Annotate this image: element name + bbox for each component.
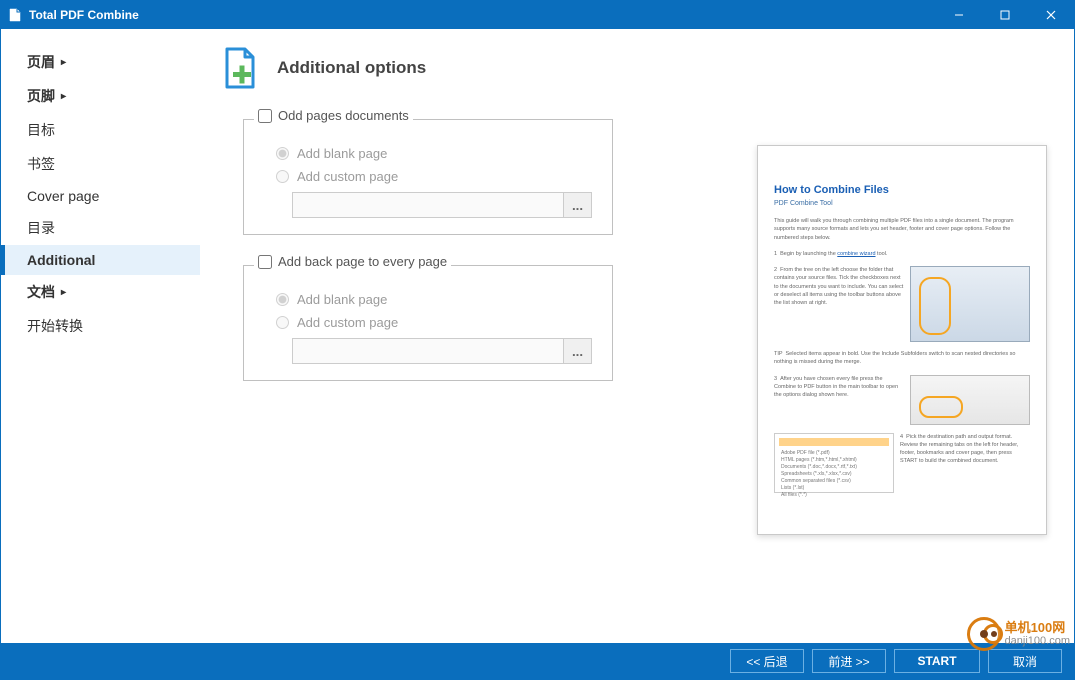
footer: << 后退 前进 >> START 取消: [1, 643, 1074, 679]
sidebar-item-label: 页眉: [27, 52, 55, 72]
titlebar: Total PDF Combine: [1, 1, 1074, 29]
odd-pages-legend: Odd pages documents: [278, 108, 409, 123]
sidebar-item-3[interactable]: 书签: [1, 147, 200, 181]
odd-blank-label: Add blank page: [297, 146, 387, 161]
sidebar-item-8[interactable]: 开始转换: [1, 309, 200, 343]
back-custom-path-input[interactable]: [292, 338, 564, 364]
sidebar-item-label: 目录: [27, 218, 55, 238]
sidebar-item-5[interactable]: 目录: [1, 211, 200, 245]
sidebar-item-1[interactable]: 页脚 ▸: [1, 79, 200, 113]
sidebar-item-6[interactable]: Additional: [1, 245, 200, 275]
sidebar-item-label: Cover page: [27, 188, 99, 204]
sidebar-item-label: 开始转换: [27, 316, 83, 336]
back-custom-label: Add custom page: [297, 315, 398, 330]
odd-custom-path-input[interactable]: [292, 192, 564, 218]
minimize-button[interactable]: [936, 1, 982, 29]
app-icon: [7, 7, 23, 23]
chevron-right-icon: ▸: [61, 287, 66, 298]
sidebar-item-2[interactable]: 目标: [1, 113, 200, 147]
page-title: Additional options: [277, 58, 426, 78]
back-blank-radio[interactable]: [276, 293, 289, 306]
window-title: Total PDF Combine: [29, 8, 139, 22]
sidebar-item-label: 页脚: [27, 86, 55, 106]
odd-custom-label: Add custom page: [297, 169, 398, 184]
back-page-group: Add back page to every page Add blank pa…: [243, 265, 613, 381]
back-button[interactable]: << 后退: [730, 649, 804, 673]
odd-browse-button[interactable]: ...: [564, 192, 592, 218]
sidebar: 页眉 ▸ 页脚 ▸ 目标书签 Cover page 目录 Additional 文档 ▸ 开始转换: [1, 29, 201, 643]
sidebar-item-0[interactable]: 页眉 ▸: [1, 45, 200, 79]
sidebar-item-7[interactable]: 文档 ▸: [1, 275, 200, 309]
preview-subtitle: PDF Combine Tool: [774, 200, 1030, 207]
close-button[interactable]: [1028, 1, 1074, 29]
chevron-right-icon: ▸: [61, 91, 66, 102]
sidebar-item-label: 文档: [27, 282, 55, 302]
preview-title: How to Combine Files: [774, 184, 1030, 196]
start-button[interactable]: START: [894, 649, 980, 673]
preview-pane: How to Combine Files PDF Combine Tool Th…: [757, 145, 1047, 535]
forward-button[interactable]: 前进 >>: [812, 649, 886, 673]
back-page-checkbox[interactable]: [258, 255, 272, 269]
sidebar-item-label: 目标: [27, 120, 55, 140]
maximize-button[interactable]: [982, 1, 1028, 29]
chevron-right-icon: ▸: [61, 57, 66, 68]
page-header: Additional options: [217, 45, 732, 91]
back-browse-button[interactable]: ...: [564, 338, 592, 364]
cancel-button[interactable]: 取消: [988, 649, 1062, 673]
sidebar-item-4[interactable]: Cover page: [1, 181, 200, 211]
odd-pages-group: Odd pages documents Add blank page Add c…: [243, 119, 613, 235]
odd-custom-radio[interactable]: [276, 170, 289, 183]
back-blank-label: Add blank page: [297, 292, 387, 307]
sidebar-item-label: Additional: [27, 252, 95, 268]
additional-options-icon: [217, 45, 263, 91]
back-custom-radio[interactable]: [276, 316, 289, 329]
odd-blank-radio[interactable]: [276, 147, 289, 160]
back-page-legend: Add back page to every page: [278, 254, 447, 269]
odd-pages-checkbox[interactable]: [258, 109, 272, 123]
sidebar-item-label: 书签: [27, 154, 55, 174]
